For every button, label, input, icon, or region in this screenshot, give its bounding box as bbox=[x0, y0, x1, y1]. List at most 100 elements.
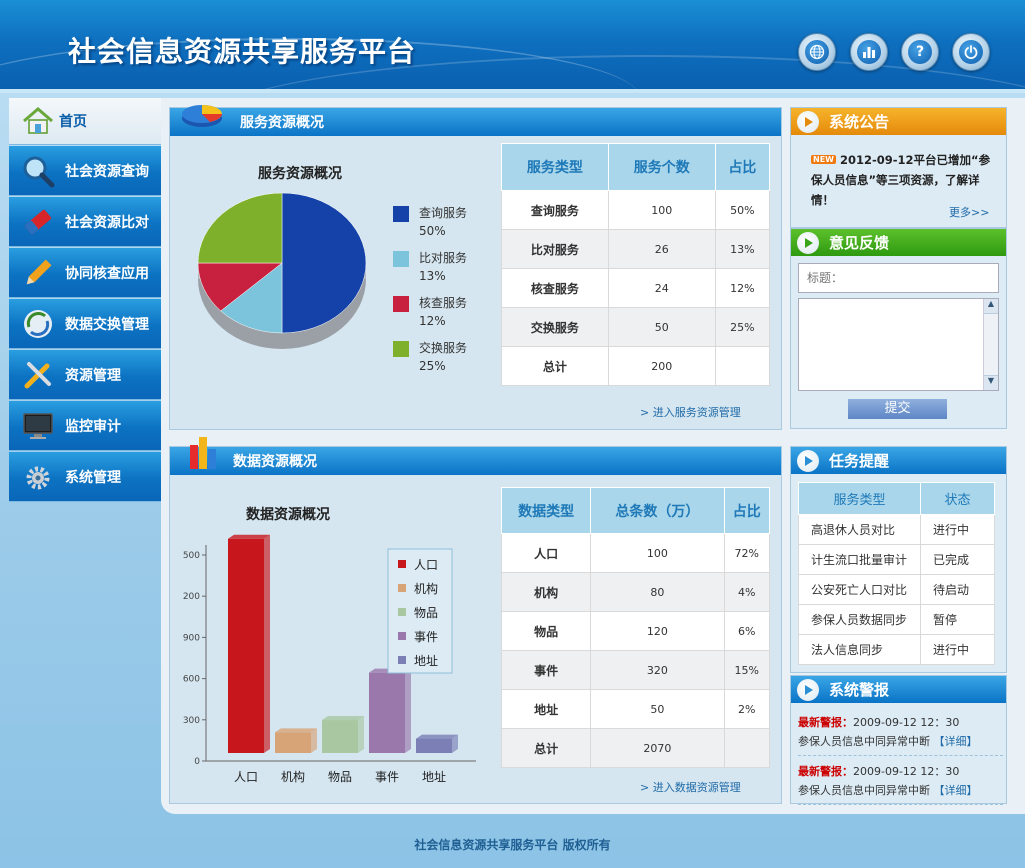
sidebar-item-label: 系统管理 bbox=[65, 469, 121, 486]
power-icon bbox=[959, 40, 983, 64]
feedback-panel: 意见反馈 ▲ ▼ 提交 bbox=[790, 228, 1007, 429]
enter-service-management-link[interactable]: > 进入服务资源管理 bbox=[640, 404, 741, 420]
alert-item: 最新警报：2009-09-12 12：30 参保人员信息中同异常中断 【详细】 bbox=[798, 710, 1003, 756]
legend-label: 物品 bbox=[414, 606, 438, 620]
table-row: 查询服务 100 50% bbox=[501, 190, 771, 230]
header: 社会信息资源共享服务平台 ? bbox=[0, 0, 1025, 93]
pencil-icon bbox=[21, 256, 55, 290]
footer: 社会信息资源共享服务平台 版权所有 bbox=[414, 838, 611, 852]
new-badge: NEW bbox=[811, 155, 836, 164]
pie-chart-icon bbox=[180, 100, 228, 136]
bar bbox=[416, 738, 452, 753]
table-cell: 320 bbox=[590, 650, 725, 690]
sidebar-item-collab-check[interactable]: 协同核查应用 bbox=[9, 248, 161, 298]
alert-header: 系统警报 bbox=[791, 676, 1006, 703]
alert-detail-link[interactable]: 【详细】 bbox=[934, 735, 978, 748]
power-button[interactable] bbox=[952, 33, 990, 71]
submit-button[interactable]: 提交 bbox=[848, 399, 947, 419]
x-tick-label: 地址 bbox=[422, 770, 446, 784]
bar-side bbox=[405, 668, 411, 753]
y-tick-label: 900 bbox=[183, 633, 200, 643]
play-icon bbox=[797, 231, 819, 254]
table-cell: 查询服务 bbox=[501, 190, 609, 230]
sidebar-item-monitor-audit[interactable]: 监控审计 bbox=[9, 401, 161, 451]
sidebar-item-home[interactable]: 首页 bbox=[9, 98, 161, 145]
bar-chart-icon bbox=[857, 40, 881, 64]
legend-swatch bbox=[393, 251, 409, 267]
sidebar-item-data-exchange[interactable]: 数据交换管理 bbox=[9, 299, 161, 349]
sidebar-item-resource-manage[interactable]: 资源管理 bbox=[9, 350, 161, 400]
bar bbox=[369, 672, 405, 753]
notice-text-block: NEW 2012-09-12平台已增加“参保人员信息”等三项资源，了解详情！ bbox=[811, 150, 996, 210]
help-button[interactable]: ? bbox=[901, 33, 939, 71]
table-cell: 交换服务 bbox=[501, 307, 609, 347]
legend-swatch bbox=[393, 206, 409, 222]
enter-data-management-link[interactable]: > 进入数据资源管理 bbox=[640, 779, 741, 795]
sidebar-item-resource-query[interactable]: 社会资源查询 bbox=[9, 146, 161, 196]
sidebar-item-resource-compare[interactable]: 社会资源比对 bbox=[9, 197, 161, 247]
table-row: 高退休人员对比 进行中 bbox=[798, 514, 995, 545]
table-cell: 50 bbox=[590, 689, 725, 729]
table-cell: 50% bbox=[714, 190, 771, 230]
column-header: 占比 bbox=[723, 487, 771, 534]
globe-button[interactable] bbox=[798, 33, 836, 71]
y-tick-label: 600 bbox=[183, 675, 200, 685]
table-cell: 进行中 bbox=[920, 634, 995, 665]
globe-icon bbox=[805, 40, 829, 64]
legend-label: 交换服务 bbox=[419, 340, 467, 355]
notice-more-link[interactable]: 更多>> bbox=[949, 204, 989, 220]
table-row: 总计 2070 bbox=[500, 728, 771, 768]
data-panel: 数据资源概况 数据资源概况 0 300 600 900 200 500 人口 机构 物品 事件 地址… bbox=[169, 437, 782, 804]
sidebar-item-system-manage[interactable]: 系统管理 bbox=[9, 452, 161, 502]
column-header: 服务类型 bbox=[501, 143, 609, 191]
column-header: 总条数（万） bbox=[590, 487, 725, 534]
alert-detail-link[interactable]: 【详细】 bbox=[934, 784, 978, 797]
y-tick-label: 0 bbox=[194, 757, 200, 767]
legend-label: 人口 bbox=[414, 558, 438, 572]
alert-message: 参保人员信息中同异常中断 bbox=[798, 784, 930, 797]
y-tick-label: 500 bbox=[183, 551, 200, 561]
data-panel-title: 数据资源概况 bbox=[233, 454, 317, 470]
play-icon bbox=[797, 110, 819, 133]
column-header: 数据类型 bbox=[500, 487, 592, 534]
x-tick-label: 机构 bbox=[281, 769, 305, 784]
legend-label: 事件 bbox=[414, 630, 438, 644]
table-cell: 事件 bbox=[500, 650, 592, 690]
play-icon bbox=[797, 678, 819, 701]
x-tick-label: 人口 bbox=[234, 770, 258, 784]
play-icon bbox=[797, 449, 819, 472]
bar-top bbox=[228, 534, 270, 539]
table-cell: 100 bbox=[607, 190, 716, 230]
table-cell: 25% bbox=[714, 307, 771, 347]
table-cell: 总计 bbox=[500, 728, 592, 768]
feedback-title: 意见反馈 bbox=[829, 234, 890, 252]
y-tick-label: 300 bbox=[183, 716, 200, 726]
alert-time: 2009-09-12 12：30 bbox=[853, 716, 960, 729]
scroll-down-icon[interactable]: ▼ bbox=[984, 375, 998, 390]
alert-item: 最新警报：2009-09-12 12：30 参保人员信息中同异常中断 【详细】 bbox=[798, 759, 1003, 805]
table-cell: 26 bbox=[607, 229, 716, 269]
service-panel: 服务资源概况 服务资源概况 查询服务 50% 比对服务 13% 核查服务 12% 交换服务 2… bbox=[169, 105, 782, 430]
table-row: 物品 120 6% bbox=[500, 611, 771, 651]
bar-side bbox=[358, 716, 364, 753]
feedback-title-input[interactable] bbox=[798, 263, 999, 293]
table-row: 比对服务 26 13% bbox=[501, 229, 771, 269]
sidebar-item-label: 协同核查应用 bbox=[65, 265, 149, 282]
feedback-scrollbar[interactable]: ▲ ▼ bbox=[983, 299, 998, 390]
table-cell: 6% bbox=[723, 611, 771, 651]
table-cell: 4% bbox=[723, 572, 771, 612]
alert-tag: 最新警报： bbox=[798, 716, 853, 729]
table-cell: 暂停 bbox=[920, 604, 995, 635]
sidebar-item-label: 社会资源查询 bbox=[65, 163, 149, 180]
alert-title: 系统警报 bbox=[829, 681, 890, 699]
legend-swatch bbox=[393, 296, 409, 312]
legend-value: 25% bbox=[419, 359, 446, 373]
table-cell: 120 bbox=[590, 611, 725, 651]
table-row: 地址 50 2% bbox=[500, 689, 771, 729]
pie-slice bbox=[197, 192, 283, 264]
scroll-up-icon[interactable]: ▲ bbox=[984, 299, 998, 314]
header-divider bbox=[0, 89, 1025, 93]
eraser-icon bbox=[21, 205, 55, 239]
chart-button[interactable] bbox=[850, 33, 888, 71]
feedback-textarea[interactable]: ▲ ▼ bbox=[798, 298, 999, 391]
